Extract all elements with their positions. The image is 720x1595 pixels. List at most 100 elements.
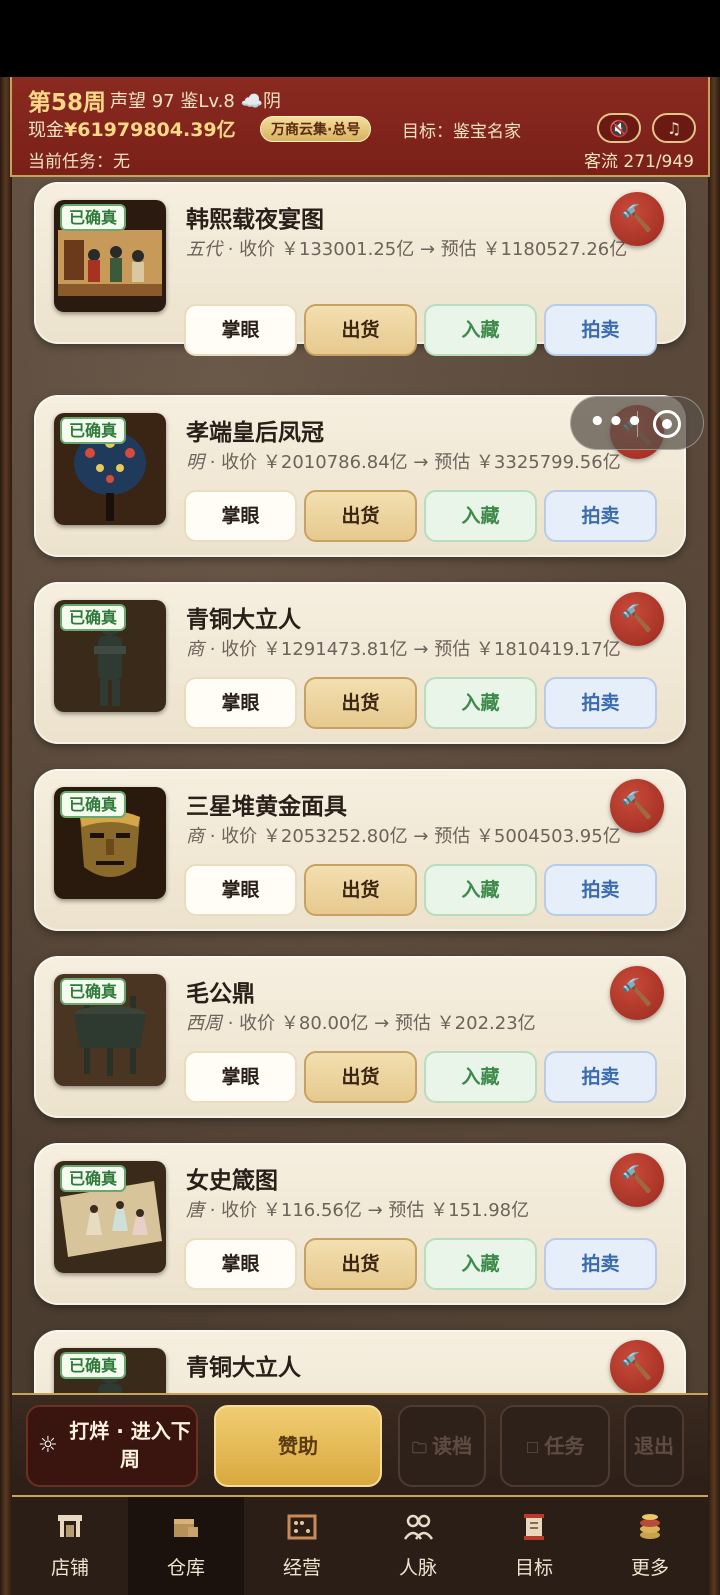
appraise-button[interactable]: 掌眼	[184, 677, 297, 729]
item-name: 三星堆黄金面具	[186, 794, 347, 820]
action-bar: ☼ 打烊 · 进入下周 赞助 🗀 读档 ☐ 任务 退出	[12, 1393, 708, 1497]
ship-button[interactable]: 出货	[304, 1238, 417, 1290]
nav-goals[interactable]: 目标	[476, 1497, 592, 1595]
music-icon: ♫	[666, 118, 682, 138]
item-price-info: 商 · 收价 ￥2053252.80亿 → 预估 ￥5004503.95亿	[186, 823, 656, 850]
auction-button[interactable]: 拍卖	[544, 677, 657, 729]
cash-value: ¥61979804.39亿	[64, 119, 236, 141]
task-icon: ☐	[525, 1439, 545, 1457]
verified-tag: 已确真	[60, 204, 127, 231]
next-week-label: 打烊 · 进入下周	[69, 1419, 191, 1471]
nav-contacts[interactable]: 人脉	[360, 1497, 476, 1595]
hammer-button[interactable]: 🔨	[610, 779, 664, 833]
item-card: 已确真 青铜大立人 商 · 收价 ￥1291473.81亿 → 预估 ￥1810…	[34, 582, 686, 744]
hammer-button[interactable]: 🔨	[610, 1340, 664, 1393]
auction-button[interactable]: 拍卖	[544, 864, 657, 916]
item-price-info: 西周 · 收价 ￥80.00亿 → 预估 ￥202.23亿	[186, 1010, 656, 1037]
ship-button[interactable]: 出货	[304, 677, 417, 729]
ship-button[interactable]: 出货	[304, 1051, 417, 1103]
item-name: 韩熙载夜宴图	[186, 207, 324, 233]
verified-tag: 已确真	[60, 978, 127, 1005]
item-card: 已确真 三星堆黄金面具 商 · 收价 ￥2053252.80亿 → 预估 ￥50…	[34, 769, 686, 931]
nav-label: 店铺	[50, 1557, 89, 1579]
nav-label: 经营	[282, 1557, 321, 1579]
hammer-button[interactable]: 🔨	[610, 966, 664, 1020]
auction-button[interactable]: 拍卖	[544, 490, 657, 542]
item-era: 西周	[186, 1013, 222, 1034]
app-root: 第58周 声望 97 鉴Lv.8 ☁️阴 现金¥61979804.39亿 万商云…	[0, 0, 720, 1595]
item-prices: · 收价 ￥2010786.84亿 → 预估 ￥3325799.56亿	[204, 452, 621, 473]
auction-button[interactable]: 拍卖	[544, 1051, 657, 1103]
frame-left	[0, 77, 12, 1595]
warehouse-icon	[174, 1519, 198, 1537]
item-name: 毛公鼎	[186, 981, 255, 1007]
sponsor-button[interactable]: 赞助	[214, 1405, 382, 1487]
auction-button[interactable]: 拍卖	[544, 1238, 657, 1290]
item-name: 青铜大立人	[186, 607, 301, 633]
collect-button[interactable]: 入藏	[424, 1051, 537, 1103]
ship-button[interactable]: 出货	[304, 490, 417, 542]
nav-more[interactable]: 更多	[592, 1497, 708, 1595]
exit-button[interactable]: 退出	[624, 1405, 684, 1487]
item-prices: · 收价 ￥116.56亿 → 预估 ￥151.98亿	[204, 1200, 530, 1221]
item-price-info: 五代 · 收价 ￥133001.25亿 → 预估 ￥1180527.26亿	[186, 236, 656, 263]
item-actions: 掌眼 出货 入藏 拍卖	[184, 490, 658, 542]
item-prices: · 收价 ￥2053252.80亿 → 预估 ￥5004503.95亿	[204, 826, 621, 847]
nav-warehouse[interactable]: 仓库	[128, 1497, 244, 1595]
hammer-icon: 🔨	[620, 1165, 654, 1195]
mute-button[interactable]: 🔇	[597, 113, 641, 143]
hammer-button[interactable]: 🔨	[610, 1153, 664, 1207]
music-button[interactable]: ♫	[652, 113, 696, 143]
item-actions: 掌眼 出货 入藏 拍卖	[184, 304, 658, 356]
verified-tag: 已确真	[60, 604, 127, 631]
item-actions: 掌眼 出货 入藏 拍卖	[184, 1051, 658, 1103]
task-label: 任务	[544, 1434, 585, 1458]
nav-label: 更多	[630, 1557, 669, 1579]
abacus-icon	[287, 1514, 317, 1540]
nav-business[interactable]: 经营	[244, 1497, 360, 1595]
appraise-button[interactable]: 掌眼	[184, 1238, 297, 1290]
collect-button[interactable]: 入藏	[424, 677, 537, 729]
shop-icon	[58, 1515, 82, 1537]
collect-button[interactable]: 入藏	[424, 490, 537, 542]
item-era: 明	[186, 452, 204, 473]
folder-icon: 🗀	[411, 1439, 433, 1457]
verified-tag: 已确真	[60, 417, 127, 444]
status-bar	[0, 0, 720, 77]
hammer-button[interactable]: 🔨	[610, 592, 664, 646]
hammer-button[interactable]: 🔨	[610, 192, 664, 246]
hammer-icon: 🔨	[620, 604, 654, 634]
appraise-button[interactable]: 掌眼	[184, 304, 297, 356]
collect-button[interactable]: 入藏	[424, 304, 537, 356]
appraise-button[interactable]: 掌眼	[184, 490, 297, 542]
auction-button[interactable]: 拍卖	[544, 304, 657, 356]
ship-button[interactable]: 出货	[304, 304, 417, 356]
account-badge[interactable]: 万商云集·总号	[260, 116, 372, 142]
task-button[interactable]: ☐ 任务	[500, 1405, 610, 1487]
collect-button[interactable]: 入藏	[424, 1238, 537, 1290]
warehouse-list[interactable]: 已确真 韩熙载夜宴图 五代 · 收价 ￥133001.25亿 → 预估 ￥118…	[12, 177, 708, 1393]
hammer-icon: 🔨	[620, 204, 654, 234]
current-task: 当前任务：无	[28, 152, 130, 172]
item-era: 商	[186, 639, 204, 660]
item-era: 商	[186, 826, 204, 847]
cash-display: 现金¥61979804.39亿	[28, 115, 236, 142]
nav-shop[interactable]: 店铺	[12, 1497, 128, 1595]
week-label: 第58周	[28, 90, 107, 116]
scroll-icon	[524, 1514, 544, 1540]
collect-button[interactable]: 入藏	[424, 864, 537, 916]
appraise-button[interactable]: 掌眼	[184, 1051, 297, 1103]
load-save-button[interactable]: 🗀 读档	[398, 1405, 486, 1487]
item-actions: 掌眼 出货 入藏 拍卖	[184, 864, 658, 916]
appraise-button[interactable]: 掌眼	[184, 864, 297, 916]
item-name: 青铜大立人	[186, 1355, 301, 1381]
ship-button[interactable]: 出货	[304, 864, 417, 916]
close-miniprogram-icon[interactable]	[653, 410, 681, 438]
item-prices: · 收价 ￥80.00亿 → 预估 ￥202.23亿	[222, 1013, 536, 1034]
item-prices: · 收价 ￥1291473.81亿 → 预估 ￥1810419.17亿	[204, 639, 621, 660]
next-week-button[interactable]: ☼ 打烊 · 进入下周	[26, 1405, 198, 1487]
item-actions: 掌眼 出货 入藏 拍卖	[184, 677, 658, 729]
item-card: 已确真 青铜大立人 🔨	[34, 1330, 686, 1393]
capsule-divider	[637, 411, 638, 437]
item-price-info: 明 · 收价 ￥2010786.84亿 → 预估 ￥3325799.56亿	[186, 449, 656, 476]
